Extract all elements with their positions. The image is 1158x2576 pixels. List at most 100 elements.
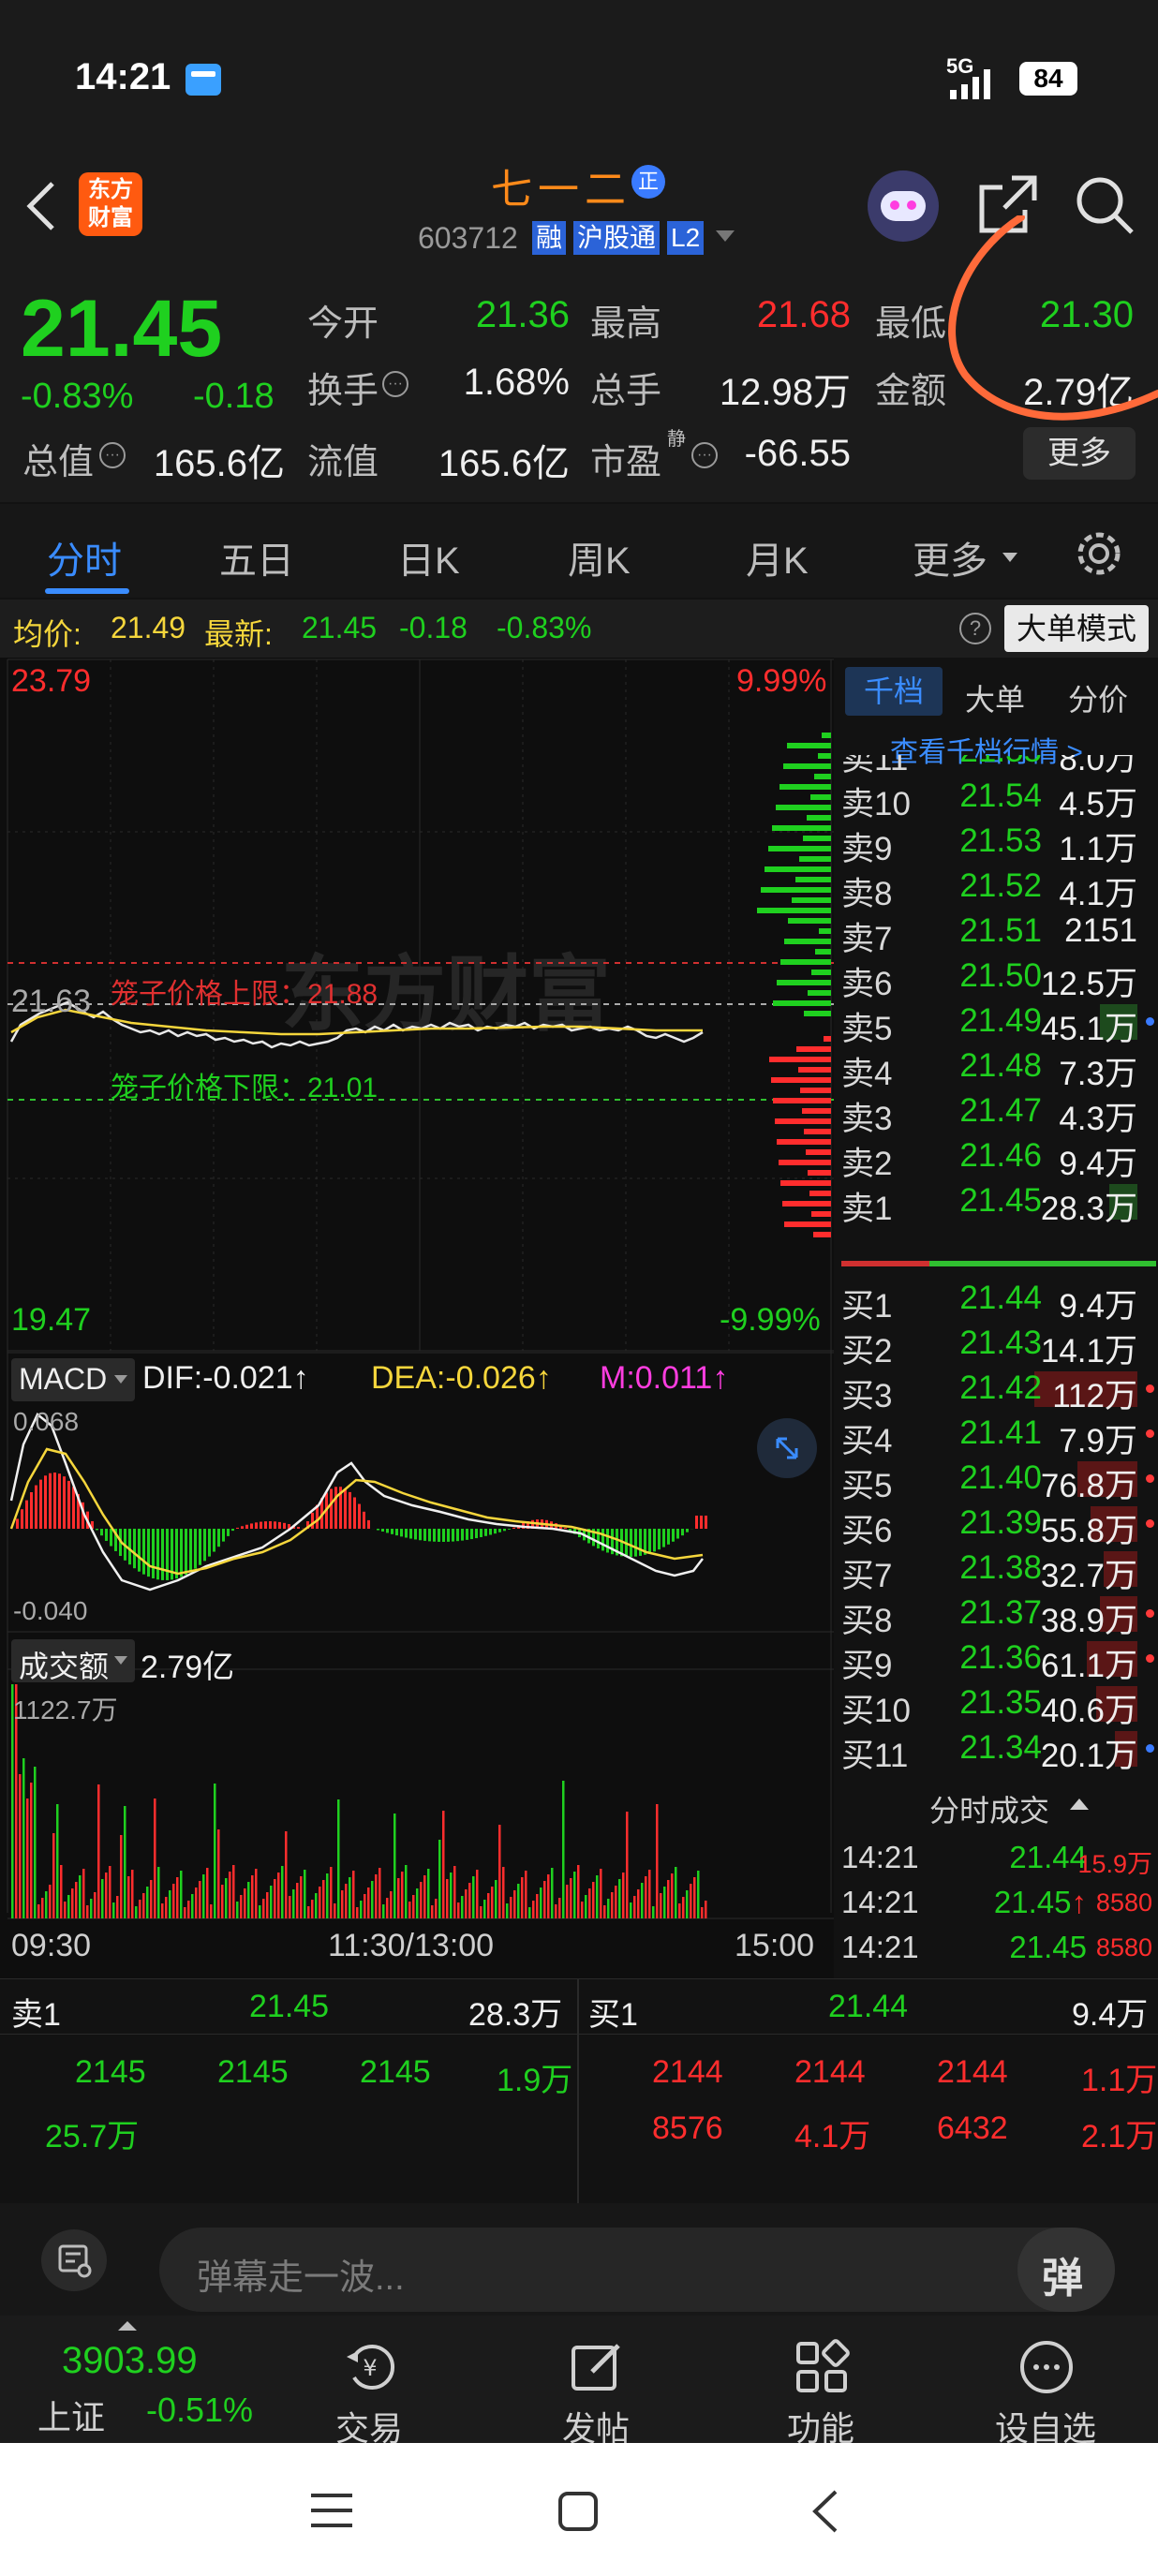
tab-five-day[interactable]: 五日 — [219, 530, 294, 585]
macd-bar — [110, 1529, 112, 1547]
bid-price: 21.44 — [959, 1280, 1042, 1316]
volume-bar — [319, 1887, 321, 1918]
lower-limit-label: 笼子价格下限：21.01 — [111, 1073, 379, 1103]
info-circle-icon[interactable]: ··· — [382, 371, 408, 397]
ask-row[interactable]: 卖8 21.52 4.1万 — [836, 864, 1158, 912]
bid-row[interactable]: 买9 21.36 61.1万 — [836, 1636, 1158, 1684]
ask-row[interactable]: 卖1 21.45 28.3万 — [836, 1178, 1158, 1227]
ask-row[interactable]: 卖4 21.48 7.3万 — [836, 1044, 1158, 1092]
system-nav-bar — [0, 2443, 1158, 2576]
tab-monthly-k[interactable]: 月K — [746, 530, 809, 585]
volume-bar — [596, 1875, 599, 1918]
grid-icon — [796, 2339, 850, 2392]
depth-bar-ask — [772, 825, 831, 831]
index-widget[interactable]: 3903.99 上证 -0.51% — [0, 2316, 281, 2443]
book-tab-level[interactable]: 千档 — [845, 667, 943, 716]
big-order-mode-button[interactable]: 大单模式 — [1004, 605, 1149, 652]
bid-row[interactable]: 买7 21.38 32.7万 — [836, 1546, 1158, 1594]
volume-bar — [416, 1888, 419, 1918]
volume-bar — [547, 1874, 550, 1918]
bid-row[interactable]: 买5 21.40 76.8万 — [836, 1456, 1158, 1504]
volume-bar — [22, 1758, 25, 1918]
ask-row[interactable]: 卖7 21.51 2151 — [836, 909, 1158, 957]
avg-label: 均价: — [13, 617, 82, 651]
depth-bar-bid — [811, 1211, 831, 1217]
ask-row[interactable]: 卖10 21.54 4.5万 — [836, 774, 1158, 822]
trades-title[interactable]: 分时成交 — [929, 1787, 1049, 1830]
volume-bar — [52, 1833, 55, 1918]
depth-bar-bid — [777, 1139, 831, 1145]
macd-bar — [208, 1529, 211, 1557]
stock-name[interactable]: 七一二 — [491, 155, 631, 215]
volume-bar — [379, 1868, 381, 1918]
macd-bar — [658, 1529, 661, 1550]
trade-time: 14:21 — [841, 1840, 919, 1874]
home-icon[interactable] — [557, 2490, 600, 2533]
macd-bar — [222, 1529, 225, 1542]
tab-more[interactable]: 更多 — [913, 530, 987, 585]
macd-bar — [147, 1529, 150, 1577]
volume-bar — [79, 1875, 82, 1918]
volume-bar — [349, 1877, 351, 1918]
volume-bar — [517, 1884, 520, 1918]
macd-bar — [264, 1521, 267, 1529]
volume-bar — [94, 1892, 96, 1918]
macd-bar — [44, 1475, 47, 1529]
danmu-settings-icon[interactable] — [41, 2229, 107, 2291]
book-tab-price-dist[interactable]: 分价 — [1068, 676, 1128, 719]
danmu-toggle-button[interactable]: 弹 — [1017, 2228, 1115, 2312]
tab-daily-k[interactable]: 日K — [397, 530, 460, 585]
back-nav-icon[interactable] — [808, 2488, 841, 2535]
bid-row[interactable]: 买4 21.41 7.9万 — [836, 1411, 1158, 1459]
depth-bar-ask — [815, 949, 831, 955]
bid-row[interactable]: 买3 21.42 112万 — [836, 1366, 1158, 1414]
trade-price: 21.45↑ — [993, 1885, 1087, 1919]
expand-icon[interactable] — [757, 1418, 817, 1478]
ask-row[interactable]: 卖3 21.47 4.3万 — [836, 1088, 1158, 1137]
ask-row[interactable]: 卖6 21.50 12.5万 — [836, 954, 1158, 1002]
tab-weekly-k[interactable]: 周K — [568, 530, 631, 585]
upper-limit-label: 笼子价格上限：21.88 — [111, 979, 379, 1010]
chart-canvas[interactable]: 东方财富 — [0, 658, 834, 1978]
volume-bar — [169, 1890, 171, 1918]
danmu-input[interactable]: 弹幕走一波... 弹 — [159, 2228, 1115, 2312]
book-tab-big-order[interactable]: 大单 — [965, 676, 1025, 719]
tab-intraday[interactable]: 分时 — [47, 530, 122, 585]
change-value: -0.18 — [193, 377, 275, 416]
bid-row[interactable]: 买10 21.35 40.6万 — [836, 1680, 1158, 1729]
svg-text:¥: ¥ — [363, 2355, 377, 2381]
macd-bar — [564, 1527, 567, 1529]
chevron-down-icon[interactable] — [716, 230, 735, 244]
macd-name: MACD — [19, 1362, 108, 1396]
ask-row[interactable]: 卖9 21.53 1.1万 — [836, 819, 1158, 867]
macd-selector[interactable]: MACD — [11, 1358, 135, 1401]
ask-row[interactable]: 卖5 21.49 45.1万 — [836, 999, 1158, 1047]
avg-value: 21.49 — [111, 611, 186, 644]
ask-row[interactable]: 卖2 21.46 9.4万 — [836, 1133, 1158, 1182]
macd-bar — [133, 1529, 136, 1569]
bid-row[interactable]: 买1 21.44 9.4万 — [836, 1276, 1158, 1325]
buy-queue-order: 1.1万 — [1081, 2063, 1158, 2098]
gear-icon[interactable] — [1074, 528, 1124, 579]
volume-bar — [405, 1865, 408, 1918]
danmu-placeholder: 弹幕走一波... — [197, 2258, 405, 2298]
app-logo[interactable]: 东方 财富 — [79, 172, 142, 236]
menu-icon[interactable] — [309, 2492, 354, 2529]
stat-label-turnover: 换手 — [307, 372, 379, 411]
back-icon[interactable] — [22, 178, 60, 234]
volume-bar — [626, 1812, 629, 1918]
bid-row[interactable]: 买11 21.34 20.1万 — [836, 1725, 1158, 1774]
bid-row[interactable]: 买8 21.37 38.9万 — [836, 1591, 1158, 1639]
price-top-label: 23.79 — [11, 663, 92, 699]
big-order-dot — [1146, 1519, 1154, 1528]
help-icon[interactable]: ? — [959, 613, 991, 644]
ask-row[interactable]: 卖1121.558.0万 — [836, 755, 1158, 777]
volume-selector[interactable]: 成交额 — [11, 1639, 135, 1683]
stat-label-total-cap: 总值 — [22, 443, 95, 482]
volume-bar — [397, 1878, 400, 1918]
bid-row[interactable]: 买2 21.43 14.1万 — [836, 1321, 1158, 1369]
macd-bar — [480, 1529, 482, 1537]
info-circle-icon[interactable]: ··· — [99, 442, 126, 468]
intraday-chart[interactable]: 东方财富 23.79 9.99% 21.63 笼子价格上限：21.88 笼子价格… — [0, 658, 834, 1978]
bid-row[interactable]: 买6 21.39 55.8万 — [836, 1501, 1158, 1549]
